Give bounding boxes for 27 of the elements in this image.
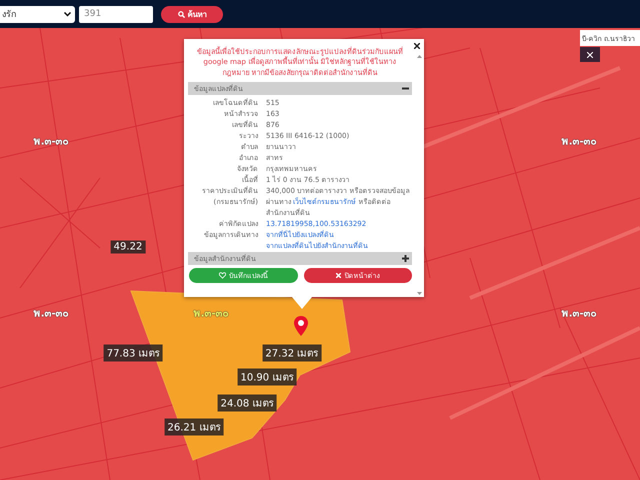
distance-label: 10.90 เมตร — [237, 368, 296, 386]
minus-icon[interactable] — [402, 85, 409, 92]
district-select[interactable]: งรัก — [0, 6, 75, 22]
close-button[interactable] — [412, 41, 422, 51]
zone-label: พ.๓-๓๐ — [34, 307, 69, 320]
chevron-down-icon — [64, 12, 71, 16]
distance-label: 26.21 เมตร — [164, 418, 224, 436]
close-icon — [336, 273, 342, 278]
distance-label: 49.22 — [110, 240, 146, 254]
distance-label: 27.32 เมตร — [262, 344, 322, 362]
pin-icon[interactable] — [294, 316, 308, 336]
distance-label: 24.08 เมตร — [218, 394, 276, 412]
scroll-down-icon[interactable] — [416, 292, 422, 295]
close-icon — [414, 43, 420, 49]
distance-label: 77.83 เมตร — [104, 344, 163, 362]
zone-label: พ.๓-๓๐ — [34, 136, 69, 148]
close-button[interactable] — [580, 47, 600, 62]
close-icon — [587, 52, 593, 58]
zone-label: พ.๓-๓๐ — [562, 136, 597, 148]
zone-label: พ.๓-๓๐ — [562, 307, 597, 320]
plus-icon[interactable] — [402, 255, 409, 262]
search-icon — [178, 10, 184, 18]
scroll-up-icon[interactable] — [416, 55, 422, 58]
zone-label: พ.๓-๓๐ — [194, 307, 229, 320]
heart-icon — [218, 272, 226, 280]
parcel-number-field[interactable]: 391 — [79, 6, 153, 22]
search-button[interactable]: ค้นหา — [161, 6, 223, 22]
